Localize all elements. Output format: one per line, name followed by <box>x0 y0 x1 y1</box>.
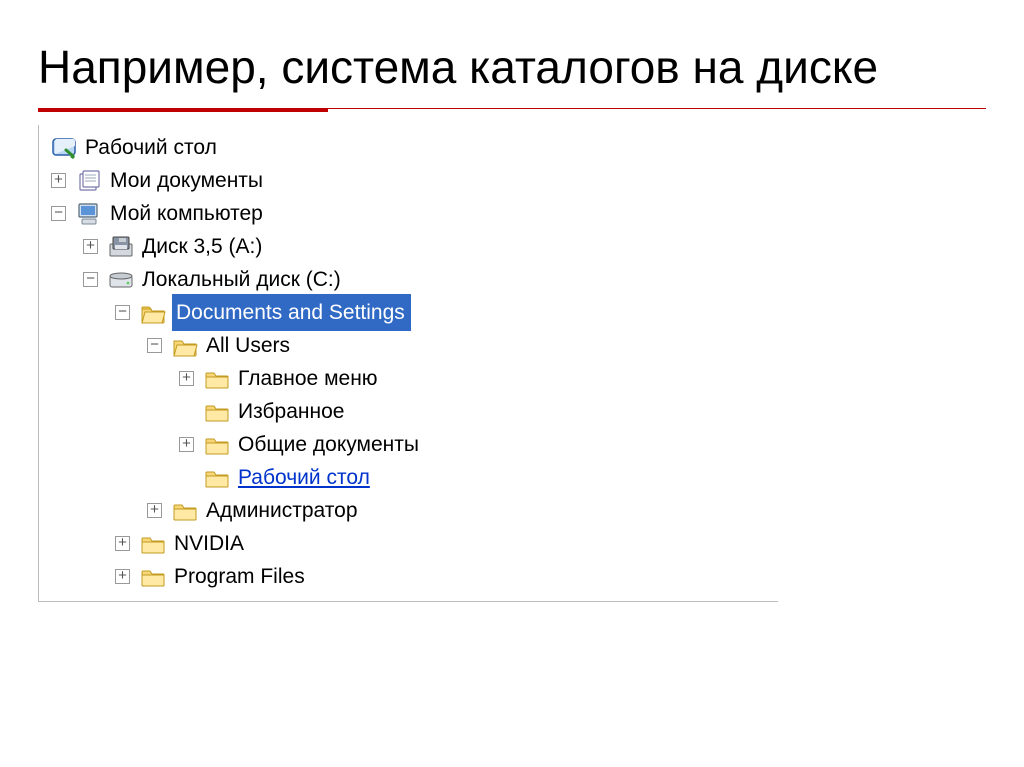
expand-icon[interactable]: + <box>83 239 98 254</box>
hard-drive-icon <box>108 268 134 292</box>
folder-open-icon <box>140 301 166 325</box>
tree-row-startmenu[interactable]: + Главное меню <box>49 362 772 395</box>
expand-icon[interactable]: + <box>179 437 194 452</box>
tree-row-desktop[interactable]: Рабочий стол <box>49 131 772 164</box>
allusers-label: All Users <box>204 329 290 362</box>
folder-open-icon <box>172 334 198 358</box>
admin-label: Администратор <box>204 494 358 527</box>
folder-icon <box>204 466 230 490</box>
desktop-icon <box>51 136 77 160</box>
mydocs-label: Мои документы <box>108 164 263 197</box>
slide-title: Например, система каталогов на диске <box>38 40 986 94</box>
slide: Например, система каталогов на диске Раб… <box>0 0 1024 767</box>
tree-row-localc[interactable]: − Локальный диск (C:) <box>49 263 772 296</box>
title-underline-thick <box>38 108 328 112</box>
floppy-drive-icon <box>108 235 134 259</box>
expand-icon[interactable]: + <box>147 503 162 518</box>
desktop-label: Рабочий стол <box>83 131 217 164</box>
folder-tree: Рабочий стол + Мои документы − Мой компь… <box>38 125 778 602</box>
tree-row-mycomputer[interactable]: − Мой компьютер <box>49 197 772 230</box>
tree-row-docset[interactable]: − Documents and Settings <box>49 296 772 329</box>
expand-icon[interactable]: + <box>179 371 194 386</box>
folder-icon <box>140 565 166 589</box>
folder-icon <box>204 400 230 424</box>
tree-row-shared[interactable]: + Общие документы <box>49 428 772 461</box>
favorites-label: Избранное <box>236 395 344 428</box>
expand-icon[interactable]: + <box>115 536 130 551</box>
collapse-icon[interactable]: − <box>115 305 130 320</box>
folder-icon <box>140 532 166 556</box>
tree-row-mydocs[interactable]: + Мои документы <box>49 164 772 197</box>
expand-icon[interactable]: + <box>51 173 66 188</box>
collapse-icon[interactable]: − <box>147 338 162 353</box>
folder-icon <box>172 499 198 523</box>
shared-label: Общие документы <box>236 428 419 461</box>
tree-row-nvidia[interactable]: + NVIDIA <box>49 527 772 560</box>
tree-row-udesktop[interactable]: Рабочий стол <box>49 461 772 494</box>
docset-label: Documents and Settings <box>172 294 411 331</box>
expand-icon[interactable]: + <box>115 569 130 584</box>
title-underline-thin <box>328 108 986 109</box>
tree-row-allusers[interactable]: − All Users <box>49 329 772 362</box>
startmenu-label: Главное меню <box>236 362 378 395</box>
folder-icon <box>204 433 230 457</box>
mycomp-label: Мой компьютер <box>108 197 263 230</box>
folder-icon <box>204 367 230 391</box>
nvidia-label: NVIDIA <box>172 527 244 560</box>
udesktop-label: Рабочий стол <box>236 461 370 494</box>
collapse-icon[interactable]: − <box>83 272 98 287</box>
floppy-label: Диск 3,5 (A:) <box>140 230 262 263</box>
localc-label: Локальный диск (C:) <box>140 263 341 296</box>
tree-row-floppy[interactable]: + Диск 3,5 (A:) <box>49 230 772 263</box>
document-stack-icon <box>76 169 102 193</box>
tree-row-admin[interactable]: + Администратор <box>49 494 772 527</box>
collapse-icon[interactable]: − <box>51 206 66 221</box>
tree-row-progfiles[interactable]: + Program Files <box>49 560 772 593</box>
tree-row-favorites[interactable]: Избранное <box>49 395 772 428</box>
computer-icon <box>76 202 102 226</box>
progfiles-label: Program Files <box>172 560 305 593</box>
